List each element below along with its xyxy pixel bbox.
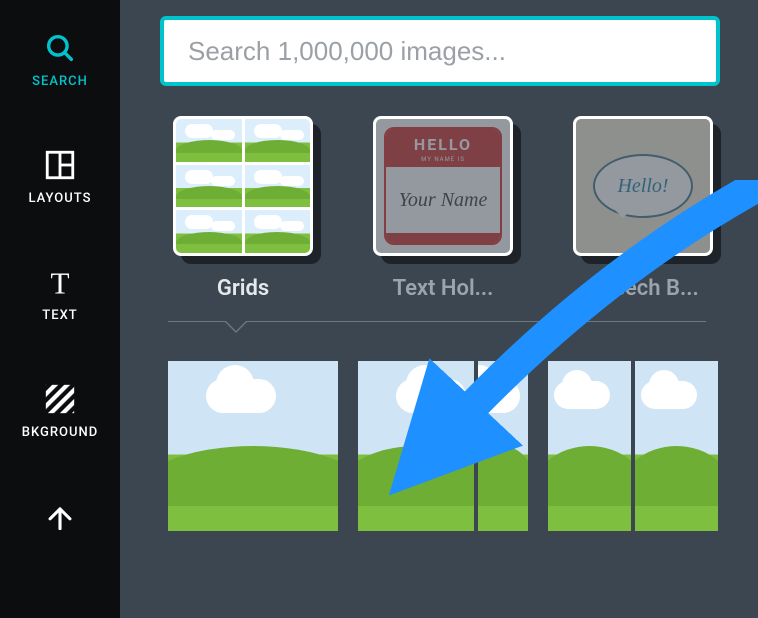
tag-sub: MY NAME IS (386, 156, 500, 167)
category-label: Speech B... (587, 276, 698, 301)
sidebar-item-layouts[interactable]: LAYOUTS (0, 135, 120, 224)
grid-template-2col-b[interactable] (548, 361, 718, 531)
svg-text:T: T (50, 265, 69, 299)
sidebar-item-label: SEARCH (32, 74, 88, 89)
category-text-holders[interactable]: HELLO MY NAME IS Your Name Text Hol... (368, 116, 518, 301)
category-row: Grids HELLO MY NAME IS Your Name Text Ho… (168, 116, 738, 301)
search-input[interactable] (188, 36, 692, 67)
sidebar-item-uploads[interactable] (0, 486, 120, 554)
speech-bubble-thumbnail: Hello! (573, 116, 713, 256)
tag-name: Your Name (386, 167, 500, 233)
text-holder-thumbnail: HELLO MY NAME IS Your Name (373, 116, 513, 256)
grid-template-2col-a[interactable] (358, 361, 528, 531)
sidebar: SEARCH LAYOUTS T TEXT (0, 0, 120, 618)
tag-hello: HELLO (386, 129, 500, 156)
selection-pointer-icon (224, 321, 248, 333)
search-bar[interactable] (160, 16, 720, 86)
sidebar-item-background[interactable]: BKGROUND (0, 369, 120, 458)
text-icon: T (43, 262, 77, 302)
category-speech-bubbles[interactable]: Hello! Speech B... (568, 116, 718, 301)
category-label: Grids (217, 276, 269, 301)
category-grids[interactable]: Grids (168, 116, 318, 301)
search-icon (43, 28, 77, 68)
sidebar-item-label: BKGROUND (22, 425, 98, 440)
category-separator (168, 321, 706, 335)
sidebar-item-label: TEXT (42, 308, 77, 323)
sidebar-item-text[interactable]: T TEXT (0, 252, 120, 341)
category-label: Text Hol... (393, 276, 494, 301)
grid-results (168, 361, 738, 531)
background-icon (43, 379, 77, 419)
main-panel: Grids HELLO MY NAME IS Your Name Text Ho… (120, 0, 758, 618)
grids-thumbnail (173, 116, 313, 256)
grid-template-1x1[interactable] (168, 361, 338, 531)
sidebar-item-label: LAYOUTS (29, 191, 92, 206)
layouts-icon (43, 145, 77, 185)
sidebar-item-search[interactable]: SEARCH (0, 18, 120, 107)
bubble-text: Hello! (593, 154, 693, 218)
upload-arrow-icon (43, 496, 77, 536)
